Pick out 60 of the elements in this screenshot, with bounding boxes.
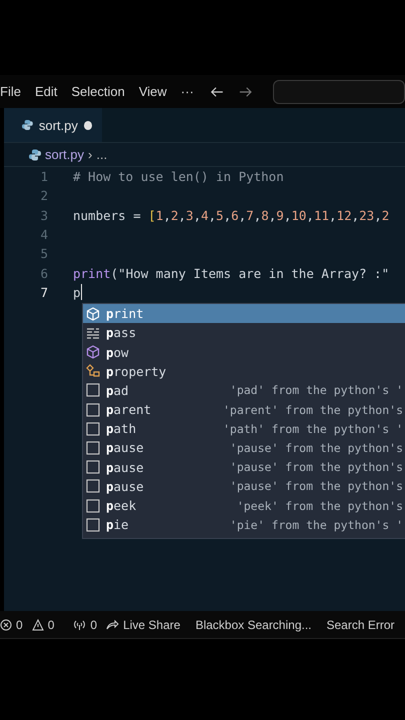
code-line: p [73, 284, 82, 300]
status-item[interactable]: Live Share [106, 618, 180, 632]
status-item[interactable]: 0 [0, 618, 23, 632]
text-icon [86, 498, 100, 513]
suggestion-item[interactable]: pad 'pad' from the python's ' [83, 380, 405, 400]
status-item[interactable]: 0 [73, 618, 98, 632]
text-icon [86, 422, 100, 436]
suggestion-item[interactable]: pass [83, 323, 405, 342]
line-number: 3 [39, 208, 48, 223]
suggestion-item[interactable]: pow [83, 342, 405, 362]
suggestion-item[interactable]: parent 'parent' from the python's [83, 400, 405, 420]
menu-item[interactable]: ··· [180, 84, 194, 99]
command-center-field[interactable] [272, 80, 405, 104]
text-icon [86, 402, 100, 417]
text-icon [86, 383, 100, 398]
editor-tab[interactable]: sort.py [4, 108, 102, 142]
text-icon [86, 479, 100, 494]
code-line: print("How many Items are in the Array? :" [73, 266, 390, 281]
breadcrumb-item[interactable]: ... [96, 147, 108, 162]
forward-arrow-icon[interactable] [239, 86, 253, 98]
breadcrumb-separator: › [88, 147, 92, 162]
unsaved-dot-icon [84, 120, 92, 130]
keyword-icon [86, 326, 100, 340]
code-line: numbers = [1,2,3,4,5,6,7,8,9,10,11,12,23,2 [73, 208, 390, 223]
live-share-icon [106, 618, 120, 630]
status-item[interactable]: Search Error [326, 618, 395, 632]
suggestion-item[interactable]: pause 'pause' from the python's [83, 458, 405, 477]
python-file-icon [22, 119, 33, 131]
text-icon [86, 440, 100, 455]
warning-icon [32, 618, 44, 630]
text-icon [86, 460, 100, 474]
status-item[interactable]: 0 [32, 618, 54, 632]
status-item[interactable]: Blackbox Searching... [195, 618, 312, 632]
line-number: 5 [39, 246, 48, 262]
line-number: 6 [39, 266, 48, 281]
error-icon [0, 618, 12, 630]
menu-item[interactable]: View [138, 84, 167, 99]
python-file-icon [29, 148, 41, 160]
back-arrow-icon[interactable] [210, 86, 224, 98]
suggestion-item[interactable]: print [83, 304, 405, 324]
text-icon [86, 518, 100, 532]
line-number: 4 [39, 227, 48, 242]
suggestion-item[interactable]: pie 'pie' from the python's ' [83, 515, 405, 534]
suggestion-item[interactable]: path 'path' from the python's ' [83, 419, 405, 438]
cube-icon [86, 345, 100, 360]
suggestion-item[interactable]: pause 'pause' from the python's [83, 476, 405, 496]
suggestion-item[interactable]: peek 'peek' from the python's [83, 496, 405, 516]
code-line: # How to use len() in Python [73, 169, 284, 184]
menu-item[interactable]: Selection [71, 84, 125, 99]
menu-item[interactable]: File [0, 84, 21, 99]
broadcast-icon [73, 618, 86, 630]
line-number: 2 [39, 188, 48, 204]
class-icon [86, 364, 100, 378]
cube-icon [86, 306, 100, 321]
suggestion-item[interactable]: pause 'pause' from the python's [83, 438, 405, 458]
line-number: 1 [39, 169, 48, 184]
breadcrumb-item[interactable]: sort.py [45, 147, 84, 162]
line-number: 7 [39, 284, 48, 300]
suggestion-item[interactable]: property [83, 362, 405, 381]
menu-item[interactable]: Edit [34, 84, 58, 99]
